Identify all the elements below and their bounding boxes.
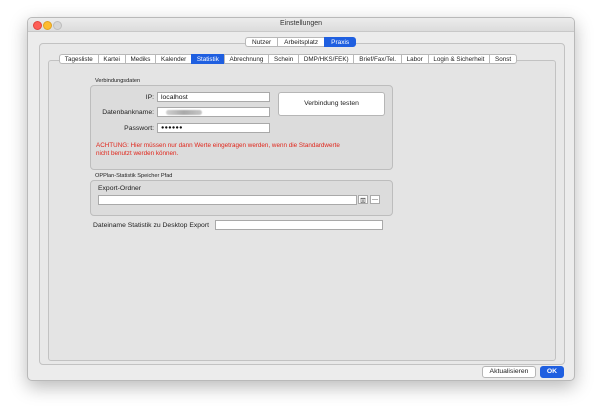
tab-statistik[interactable]: Statistik	[191, 54, 224, 64]
tab-mediks[interactable]: Mediks	[124, 54, 156, 64]
password-input[interactable]: ●●●●●●	[157, 123, 270, 133]
ip-label: IP:	[145, 94, 154, 101]
tab-labor[interactable]: Labor	[400, 54, 428, 64]
tab-praxis[interactable]: Praxis	[324, 37, 357, 47]
export-group-label: OPPlan-Statistik Speicher Pfad	[95, 173, 173, 179]
refresh-button[interactable]: Aktualisieren	[482, 366, 536, 378]
tab-abrechnung[interactable]: Abrechnung	[223, 54, 269, 64]
window-title: Einstellungen	[279, 20, 323, 27]
export-folder-label: Export-Ordner	[98, 185, 142, 192]
trash-icon	[360, 197, 366, 203]
filename-label: Dateiname Statistik zu Desktop Export	[93, 222, 209, 229]
tab-tagesliste[interactable]: Tagesliste	[59, 54, 98, 64]
ip-input[interactable]	[157, 92, 270, 102]
browse-folder-button[interactable]	[358, 195, 368, 204]
db-name-input[interactable]	[157, 107, 270, 117]
settings-window: Einstellungen Nutzer Arbeitsplatz Praxis…	[27, 17, 575, 381]
top-tab-bar: Nutzer Arbeitsplatz Praxis	[245, 37, 357, 47]
db-name-label: Datenbankname:	[102, 109, 154, 116]
tab-kalender[interactable]: Kalender	[155, 54, 192, 64]
tab-kartei[interactable]: Kartei	[97, 54, 125, 64]
tab-brief-fax-tel[interactable]: Brief/Fax/Tel.	[353, 54, 401, 64]
test-connection-button[interactable]: Verbindung testen	[278, 92, 385, 116]
title-bar: Einstellungen	[28, 18, 574, 32]
praxis-tab-bar: Tagesliste Kartei Mediks Kalender Statis…	[59, 54, 517, 64]
warning-text: ACHTUNG: Hier müssen nur dann Werte eing…	[96, 142, 340, 158]
tab-sonst[interactable]: Sonst	[489, 54, 517, 64]
clear-folder-button[interactable]: —	[370, 195, 380, 204]
ok-button[interactable]: OK	[540, 366, 564, 378]
tab-dmp[interactable]: DMP/HKS/FEK)	[298, 54, 354, 64]
password-label: Passwort:	[124, 125, 154, 132]
tab-login-sicherheit[interactable]: Login & Sicherheit	[427, 54, 490, 64]
connection-group-label: Verbindungsdaten	[95, 78, 141, 84]
warning-line-1: ACHTUNG: Hier müssen nur dann Werte eing…	[96, 142, 340, 149]
export-folder-input[interactable]	[98, 195, 357, 205]
warning-line-2: nicht benutzt werden können.	[96, 150, 179, 157]
db-name-redacted-value	[166, 110, 202, 115]
filename-input[interactable]	[215, 220, 383, 230]
tab-arbeitsplatz[interactable]: Arbeitsplatz	[277, 37, 325, 47]
tab-schein[interactable]: Schein	[268, 54, 299, 64]
tab-nutzer[interactable]: Nutzer	[245, 37, 278, 47]
